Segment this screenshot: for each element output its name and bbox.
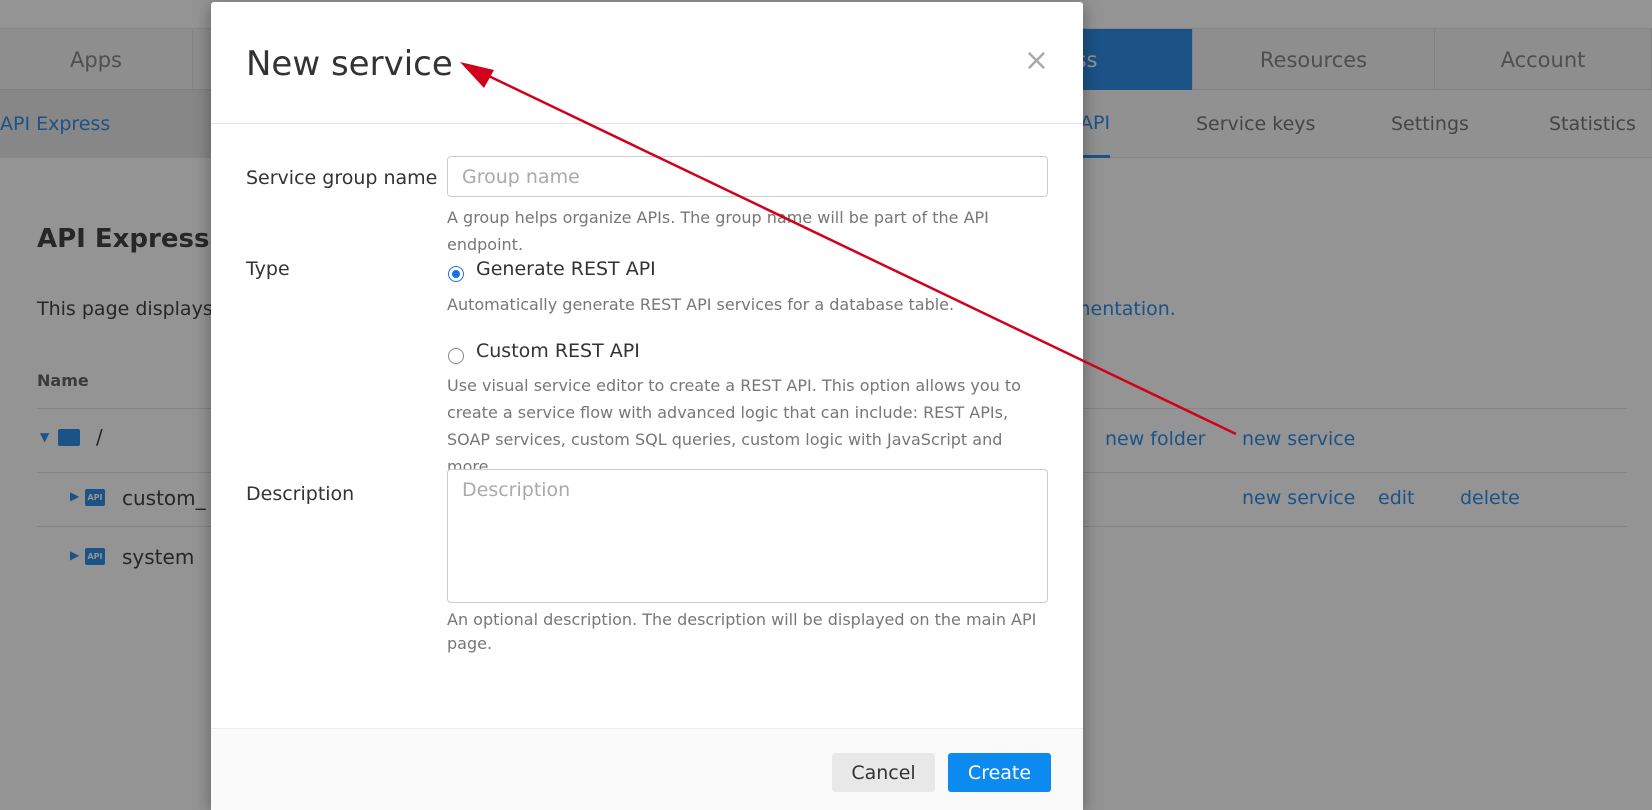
generate-rest-api-help: Automatically generate REST API services… — [447, 295, 955, 314]
service-group-help: A group helps organize APIs. The group n… — [447, 208, 989, 254]
description-label: Description — [246, 483, 355, 505]
dialog-title: New service — [246, 44, 453, 84]
service-group-label: Service group name — [246, 167, 438, 189]
description-textarea[interactable] — [447, 469, 1048, 603]
new-service-dialog: New service × Service group name A group… — [211, 2, 1083, 810]
close-icon[interactable]: × — [1024, 46, 1049, 76]
cancel-button[interactable]: Cancel — [832, 753, 935, 792]
create-button[interactable]: Create — [948, 753, 1051, 792]
service-group-input[interactable] — [447, 156, 1048, 197]
generate-rest-api-radio[interactable] — [448, 266, 464, 282]
custom-rest-api-label[interactable]: Custom REST API — [476, 340, 640, 362]
dialog-footer: Cancel Create — [211, 728, 1083, 810]
custom-rest-api-help: Use visual service editor to create a RE… — [447, 376, 1021, 476]
generate-rest-api-label[interactable]: Generate REST API — [476, 258, 656, 280]
custom-rest-api-radio[interactable] — [448, 348, 464, 364]
type-label: Type — [246, 258, 290, 280]
description-help: An optional description. The description… — [447, 610, 1037, 653]
dialog-header: New service × — [211, 2, 1083, 124]
